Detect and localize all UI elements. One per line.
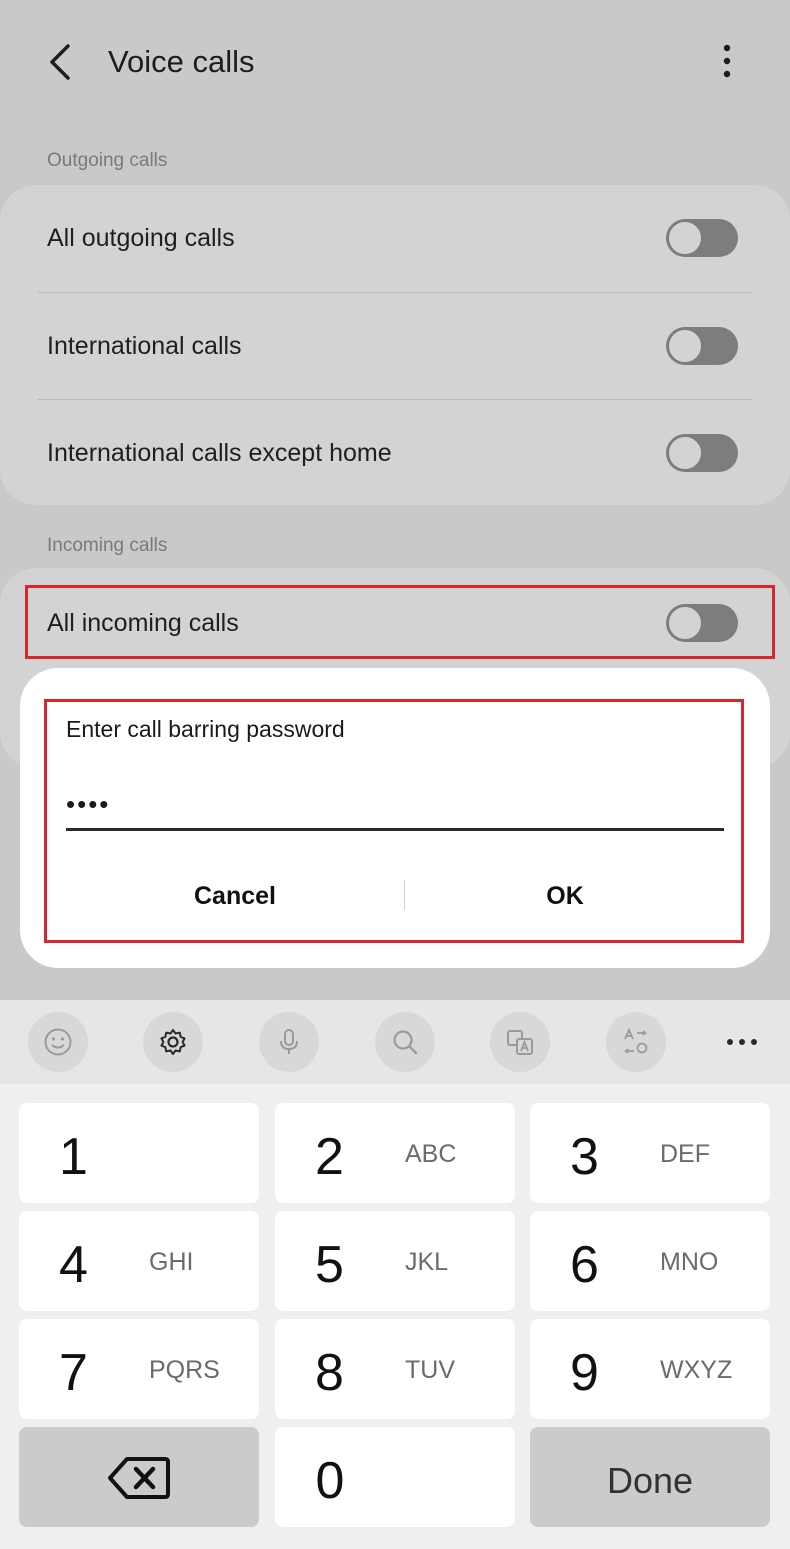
translate-icon[interactable] [490,1012,550,1072]
text-convert-icon[interactable] [606,1012,666,1072]
settings-icon[interactable] [143,1012,203,1072]
setting-row-all-outgoing[interactable]: All outgoing calls [0,185,790,291]
section-label-incoming: Incoming calls [47,535,168,556]
key-4[interactable]: 4 GHI [19,1211,259,1311]
key-digit: 3 [570,1128,599,1186]
key-2[interactable]: 2 ABC [275,1103,515,1203]
key-letters: PQRS [149,1356,220,1384]
done-label: Done [606,1460,694,1501]
toggle-switch[interactable] [666,327,738,365]
key-digit: 4 [59,1236,88,1294]
setting-row-international[interactable]: International calls [0,293,790,399]
key-digit: 0 [315,1452,345,1510]
key-5[interactable]: 5 JKL [275,1211,515,1311]
key-8[interactable]: 8 TUV [275,1319,515,1419]
key-letters: MNO [660,1248,719,1276]
key-letters: GHI [149,1248,194,1276]
setting-label: International calls [47,332,242,360]
emoji-icon[interactable] [28,1012,88,1072]
backspace-key[interactable] [19,1427,259,1527]
more-horizontal-icon[interactable] [712,1012,772,1072]
key-1[interactable]: 1 [19,1103,259,1203]
key-3[interactable]: 3 DEF [530,1103,770,1203]
key-letters: ABC [405,1140,457,1168]
key-0[interactable]: 0 [275,1427,515,1527]
toggle-knob [667,220,703,256]
setting-label: International calls except home [47,439,392,467]
search-icon[interactable] [375,1012,435,1072]
key-7[interactable]: 7 PQRS [19,1319,259,1419]
key-letters: JKL [405,1248,449,1276]
key-letters: WXYZ [660,1356,733,1384]
highlight-box-incoming [25,585,775,659]
toggle-switch[interactable] [666,219,738,257]
numeric-keypad: 1 2 ABC 3 DEF 4 GHI 5 JKL 6 MNO 7 PQRS 8… [0,1084,790,1549]
done-key[interactable]: Done [530,1427,770,1527]
backspace-icon [108,1457,170,1499]
highlight-box-dialog [44,699,744,943]
setting-label: All outgoing calls [47,224,235,252]
key-letters: DEF [660,1140,710,1168]
page-title: Voice calls [108,44,255,79]
key-digit: 7 [59,1344,88,1402]
back-arrow-icon[interactable] [40,40,84,84]
outgoing-calls-card: All outgoing calls International calls I… [0,185,790,505]
more-vertical-icon[interactable] [710,40,744,84]
key-9[interactable]: 9 WXYZ [530,1319,770,1419]
app-bar: Voice calls [0,0,790,120]
key-digit: 2 [315,1128,344,1186]
section-label-outgoing: Outgoing calls [47,150,168,171]
key-digit: 8 [315,1344,344,1402]
toggle-switch[interactable] [666,434,738,472]
microphone-icon[interactable] [259,1012,319,1072]
key-digit: 5 [315,1236,344,1294]
key-digit: 6 [570,1236,599,1294]
key-digit: 9 [570,1344,599,1402]
toggle-knob [667,435,703,471]
key-digit: 1 [59,1128,88,1186]
key-6[interactable]: 6 MNO [530,1211,770,1311]
setting-row-international-except-home[interactable]: International calls except home [0,400,790,506]
toggle-knob [667,328,703,364]
key-letters: TUV [405,1356,455,1384]
keyboard-toolbar [0,1000,790,1084]
